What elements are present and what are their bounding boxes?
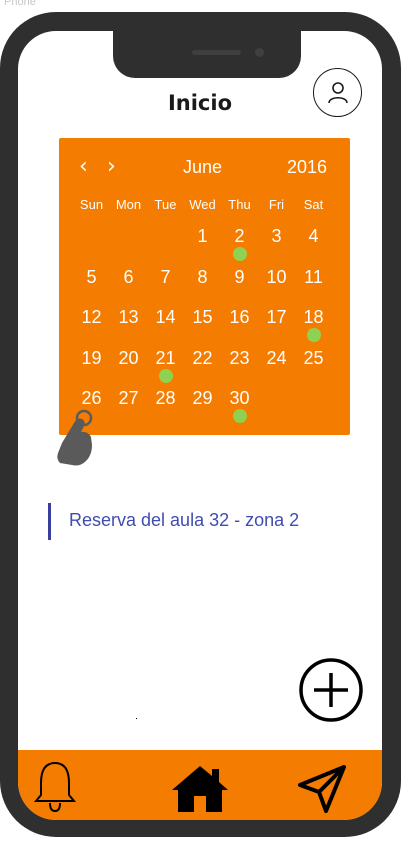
phone-frame: Inicio ‹ › June 2016 Sun Mon Tue Wed Thu… (0, 12, 401, 837)
weekday-label: Sun (79, 197, 104, 212)
day-number: 6 (123, 266, 134, 287)
event-dot (306, 328, 321, 342)
calendar-day[interactable]: 5 (73, 265, 110, 306)
calendar-day[interactable]: 1 (184, 224, 221, 265)
weekday-label: Sat (303, 197, 324, 212)
day-number: 3 (271, 226, 282, 246)
calendar-day[interactable]: 15 (184, 305, 221, 346)
calendar-day[interactable]: 22 (184, 346, 221, 387)
calendar-day[interactable]: 11 (295, 265, 332, 306)
calendar-day[interactable]: 12 (73, 305, 110, 346)
day-number: 13 (118, 307, 139, 327)
calendar-day[interactable]: 10 (258, 265, 295, 306)
add-button[interactable] (298, 657, 364, 723)
day-number: 30 (229, 388, 250, 408)
calendar-day[interactable]: 29 (184, 386, 221, 427)
day-number: 9 (234, 266, 245, 287)
day-number: 17 (266, 307, 287, 327)
calendar-day[interactable]: 19 (73, 346, 110, 387)
calendar-day[interactable]: 21 (147, 346, 184, 387)
event-dot (232, 247, 247, 261)
bell-icon[interactable] (34, 759, 76, 813)
day-number: 16 (229, 307, 250, 327)
day-number: 25 (303, 347, 324, 368)
calendar-day[interactable]: 7 (147, 265, 184, 306)
calendar-day[interactable]: 27 (110, 386, 147, 427)
calendar-day[interactable]: 30 (221, 386, 258, 427)
calendar: ‹ › June 2016 Sun Mon Tue Wed Thu Fri Sa… (59, 138, 350, 435)
user-icon (328, 82, 348, 104)
day-number: 11 (304, 266, 323, 287)
speaker (192, 50, 241, 55)
event-dot (232, 409, 247, 423)
bottom-nav (18, 750, 382, 820)
day-number: 24 (266, 347, 287, 368)
day-number: 27 (118, 388, 139, 408)
day-number: 10 (266, 266, 287, 287)
calendar-month[interactable]: June (183, 157, 222, 178)
notch (113, 31, 301, 78)
day-number: 2 (234, 226, 245, 246)
day-number: 12 (81, 307, 102, 327)
calendar-day[interactable]: 18 (295, 305, 332, 346)
calendar-day[interactable]: 23 (221, 346, 258, 387)
screen: Inicio ‹ › June 2016 Sun Mon Tue Wed Thu… (18, 31, 382, 820)
calendar-year[interactable]: 2016 (287, 157, 327, 178)
profile-button[interactable] (313, 68, 362, 117)
weekday-label: Tue (154, 197, 177, 212)
calendar-empty-cell (73, 224, 110, 265)
day-number: 23 (229, 347, 250, 368)
calendar-day[interactable]: 9 (221, 265, 258, 306)
calendar-day[interactable]: 28 (147, 386, 184, 427)
calendar-day[interactable]: 2 (221, 224, 258, 265)
home-icon[interactable] (170, 764, 230, 814)
event-title: Reserva del aula 32 - zona 2 (69, 510, 300, 530)
camera (255, 48, 264, 57)
calendar-day[interactable]: 4 (295, 224, 332, 265)
day-number: 4 (308, 226, 319, 246)
calendar-empty-cell (110, 224, 147, 265)
calendar-day[interactable]: 24 (258, 346, 295, 387)
calendar-day[interactable]: 17 (258, 305, 295, 346)
next-month-button[interactable]: › (107, 156, 116, 178)
weekday-header: Sun Mon Tue Wed Thu Fri Sat (73, 197, 341, 212)
day-number: 22 (192, 347, 213, 368)
day-number: 28 (155, 388, 176, 408)
day-number: 1 (197, 226, 208, 246)
calendar-day[interactable]: 14 (147, 305, 184, 346)
weekday-label: Thu (228, 197, 251, 212)
day-number: 19 (81, 347, 102, 368)
calendar-day[interactable]: 6 (110, 265, 147, 306)
calendar-day[interactable]: 13 (110, 305, 147, 346)
calendar-day[interactable]: 3 (258, 224, 295, 265)
frame-label: Phone (4, 0, 36, 8)
calendar-day[interactable]: 8 (184, 265, 221, 306)
send-icon[interactable] (297, 764, 347, 814)
calendar-day[interactable]: 20 (110, 346, 147, 387)
day-number: 26 (81, 388, 102, 408)
day-number: 21 (155, 347, 176, 368)
weekday-label: Wed (189, 197, 216, 212)
day-number: 5 (86, 266, 97, 287)
calendar-day[interactable]: 16 (221, 305, 258, 346)
day-number: 29 (192, 388, 213, 408)
day-number: 20 (118, 347, 139, 368)
hand-pointer-icon (57, 409, 93, 466)
weekday-label: Fri (268, 197, 285, 212)
event-dot (158, 368, 173, 383)
calendar-empty-cell (147, 224, 184, 265)
day-number: 8 (197, 266, 208, 287)
day-number: 15 (192, 307, 213, 327)
day-number: 7 (160, 266, 171, 287)
day-number: 14 (155, 307, 176, 327)
calendar-days-grid: 1 2 3 4 5 6 7 8 9 10 11 12 13 14 15 16 17 18 19 20 21 22 23 24 2… (73, 224, 341, 427)
prev-month-button[interactable]: ‹ (79, 156, 88, 178)
day-number: 18 (303, 307, 324, 327)
calendar-day[interactable]: 25 (295, 346, 332, 387)
speck (136, 718, 137, 719)
event-list-item[interactable]: Reserva del aula 32 - zona 2 (48, 503, 348, 540)
weekday-label: Mon (115, 197, 142, 212)
